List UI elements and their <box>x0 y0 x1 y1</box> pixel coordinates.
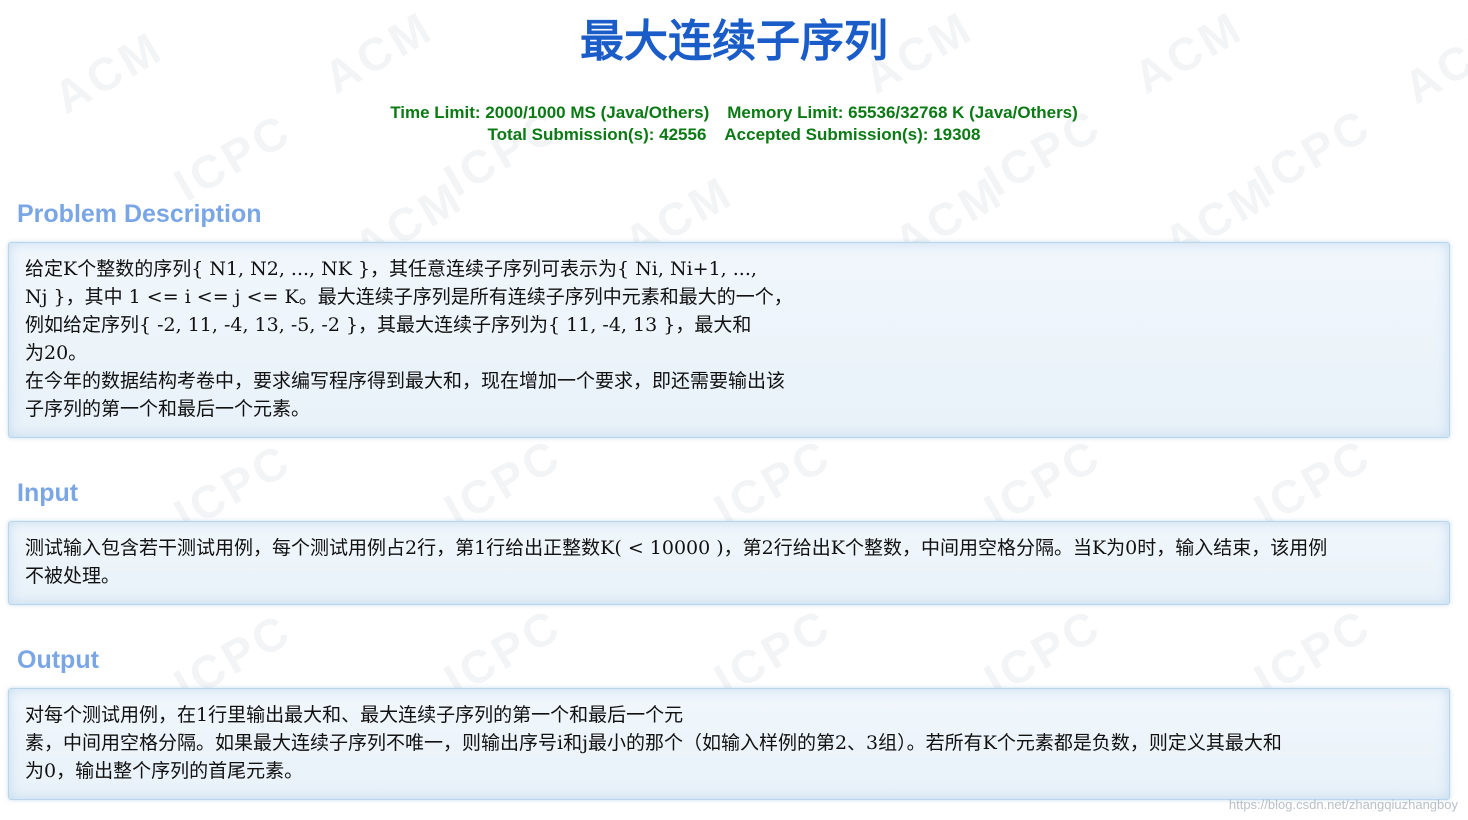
description-line: 给定K个整数的序列{ N1, N2, ..., NK }，其任意连续子序列可表示… <box>25 258 757 280</box>
description-heading: Problem Description <box>17 200 262 228</box>
description-line: 在今年的数据结构考卷中，要求编写程序得到最大和，现在增加一个要求，即还需要输出该 <box>25 370 786 392</box>
description-line: 例如给定序列{ -2, 11, -4, 13, -5, -2 }，其最大连续子序… <box>25 314 752 336</box>
description-line: Nj }，其中 1 <= i <= j <= K。最大连续子序列是所有连续子序列… <box>25 286 793 308</box>
input-line: 测试输入包含若干测试用例，每个测试用例占2行，第1行给出正整数K( < 1000… <box>25 537 1328 559</box>
memory-limit: Memory Limit: 65536/32768 K (Java/Others… <box>727 103 1078 122</box>
limits-row-1: Time Limit: 2000/1000 MS (Java/Others) Me… <box>0 102 1468 124</box>
input-panel: 测试输入包含若干测试用例，每个测试用例占2行，第1行给出正整数K( < 1000… <box>8 521 1450 605</box>
total-submissions: Total Submission(s): 42556 <box>487 125 707 144</box>
accepted-submissions: Accepted Submission(s): 19308 <box>724 125 981 144</box>
output-line: 素，中间用空格分隔。如果最大连续子序列不唯一，则输出序号i和j最小的那个（如输入… <box>25 732 1282 754</box>
input-heading: Input <box>17 479 79 507</box>
time-limit: Time Limit: 2000/1000 MS (Java/Others) <box>390 103 710 122</box>
problem-page: ACM ACM ACM ACM ACM ICPC ICPC ICPC ICPC … <box>0 0 1468 820</box>
input-line: 不被处理。 <box>25 565 121 587</box>
description-panel: 给定K个整数的序列{ N1, N2, ..., NK }，其任意连续子序列可表示… <box>8 242 1450 438</box>
description-line: 为20。 <box>25 342 88 364</box>
description-line: 子序列的第一个和最后一个元素。 <box>25 398 311 420</box>
output-heading: Output <box>17 646 99 674</box>
limits-row-2: Total Submission(s): 42556 Accepted Submi… <box>0 124 1468 146</box>
output-panel: 对每个测试用例，在1行里输出最大和、最大连续子序列的第一个和最后一个元 素，中间… <box>8 688 1450 800</box>
problem-limits: Time Limit: 2000/1000 MS (Java/Others) Me… <box>0 102 1468 146</box>
problem-title: 最大连续子序列 <box>580 16 888 67</box>
blog-credit-watermark: https://blog.csdn.net/zhangqiuzhangboy <box>1228 797 1458 812</box>
output-line: 为0，输出整个序列的首尾元素。 <box>25 760 304 782</box>
output-line: 对每个测试用例，在1行里输出最大和、最大连续子序列的第一个和最后一个元 <box>25 704 684 726</box>
